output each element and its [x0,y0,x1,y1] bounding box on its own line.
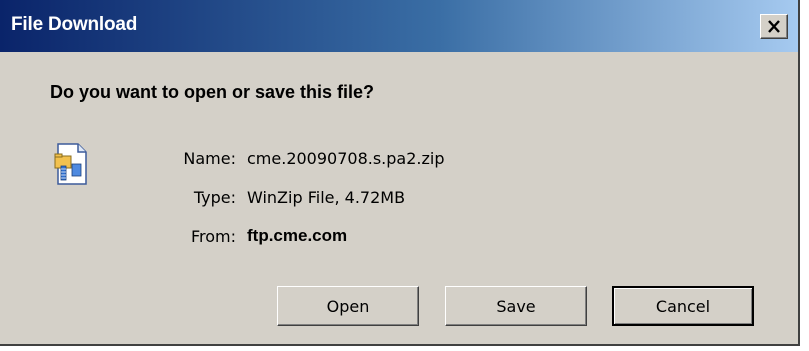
from-label: From: [190,227,236,246]
prompt-question: Do you want to open or save this file? [50,82,375,102]
cancel-button[interactable]: Cancel [612,286,754,326]
name-label: Name: [183,149,236,168]
file-type-value: WinZip File, 4.72MB [247,188,406,207]
close-button[interactable] [760,14,788,39]
save-button[interactable]: Save [445,286,587,326]
type-label: Type: [193,188,236,207]
file-name-value: cme.20090708.s.pa2.zip [247,149,445,168]
save-button-label: Save [496,296,536,316]
cancel-button-label: Cancel [655,296,711,316]
file-source-value: ftp.cme.com [247,226,348,245]
file-download-dialog: File Download Do you want to open or sav… [0,0,800,346]
zip-file-icon [52,142,92,186]
close-icon [768,20,780,33]
open-button[interactable]: Open [277,286,419,326]
window-title: File Download [11,14,138,35]
title-bar[interactable]: File Download [0,0,798,52]
open-button-label: Open [326,296,370,316]
